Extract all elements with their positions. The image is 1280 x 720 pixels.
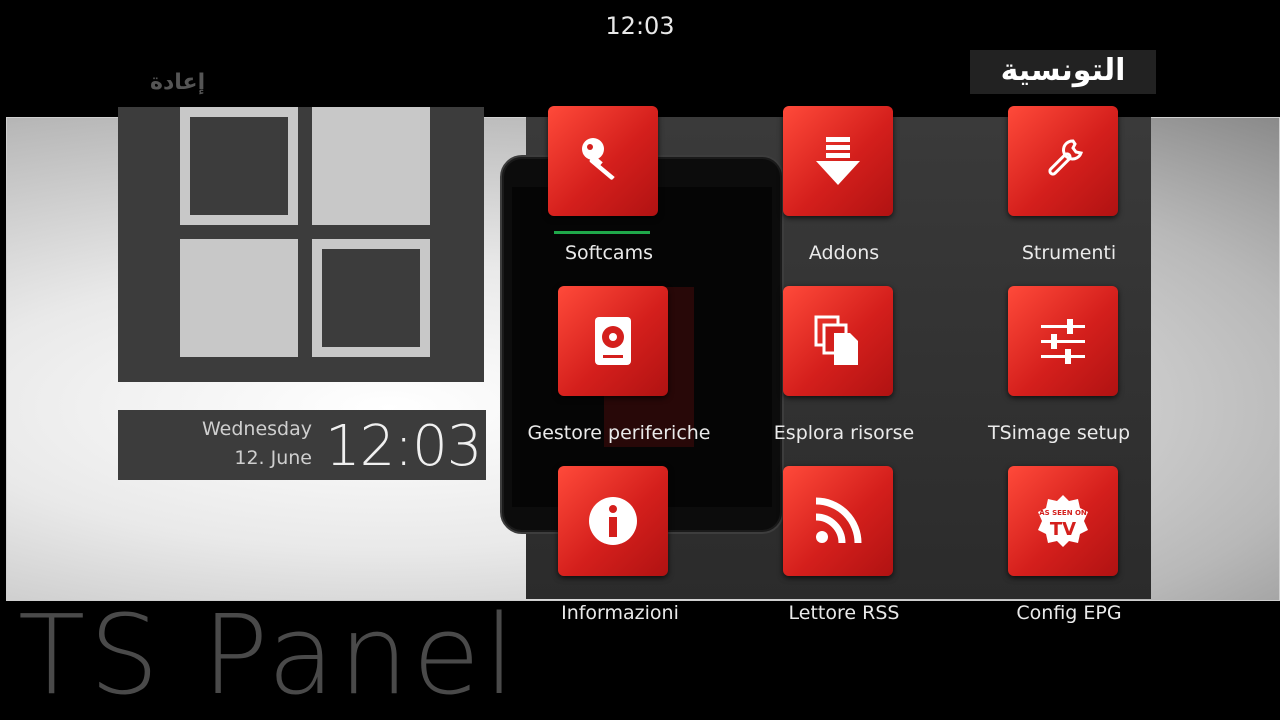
tile-bottom-right bbox=[312, 239, 430, 357]
replay-label: إعادة bbox=[150, 70, 206, 95]
lettore-rss-button[interactable] bbox=[783, 466, 893, 576]
gestore-periferiche-label: Gestore periferiche bbox=[527, 422, 711, 444]
date-label: 12. June bbox=[234, 447, 312, 469]
softcams-button[interactable] bbox=[548, 106, 658, 216]
config-epg-button[interactable]: AS SEEN ON TV bbox=[1008, 466, 1118, 576]
strumenti-label: Strumenti bbox=[1021, 242, 1117, 264]
esplora-risorse-label: Esplora risorse bbox=[773, 422, 915, 444]
download-icon bbox=[816, 137, 860, 185]
sliders-icon bbox=[1041, 319, 1085, 364]
channel-logo: التونسية bbox=[970, 50, 1156, 94]
badge-line2: TV bbox=[1050, 519, 1076, 540]
tile-top-left bbox=[180, 107, 298, 225]
top-clock: 12:03 bbox=[605, 12, 675, 40]
info-icon bbox=[589, 497, 637, 545]
hard-drive-icon bbox=[595, 317, 631, 365]
informazioni-button[interactable] bbox=[558, 466, 668, 576]
lettore-rss-label: Lettore RSS bbox=[788, 602, 900, 624]
key-icon bbox=[582, 138, 619, 180]
tile-top-right bbox=[312, 107, 430, 225]
strumenti-button[interactable] bbox=[1008, 106, 1118, 216]
wrench-icon bbox=[1048, 139, 1083, 176]
panel-title: TS Panel bbox=[18, 591, 519, 719]
tv-badge-icon: AS SEEN ON TV bbox=[1038, 495, 1088, 547]
informazioni-label: Informazioni bbox=[561, 602, 679, 624]
esplora-risorse-button[interactable] bbox=[783, 286, 893, 396]
config-epg-label: Config EPG bbox=[1016, 602, 1122, 624]
time-label: 12:03 bbox=[325, 414, 482, 479]
badge-line1: AS SEEN ON bbox=[1039, 509, 1087, 517]
selection-indicator bbox=[554, 231, 650, 234]
weekday-label: Wednesday bbox=[201, 418, 312, 440]
tile-bottom-left bbox=[180, 239, 298, 357]
tsimage-setup-button[interactable] bbox=[1008, 286, 1118, 396]
addons-button[interactable] bbox=[783, 106, 893, 216]
gestore-periferiche-button[interactable] bbox=[558, 286, 668, 396]
logo-tiles-box bbox=[118, 107, 484, 382]
files-icon bbox=[814, 315, 858, 365]
tsimage-setup-label: TSimage setup bbox=[987, 422, 1131, 444]
softcams-label: Softcams bbox=[565, 242, 653, 264]
addons-label: Addons bbox=[808, 242, 880, 264]
rss-icon bbox=[815, 497, 862, 544]
clock-widget: Wednesday 12. June 12:03 bbox=[118, 410, 486, 480]
